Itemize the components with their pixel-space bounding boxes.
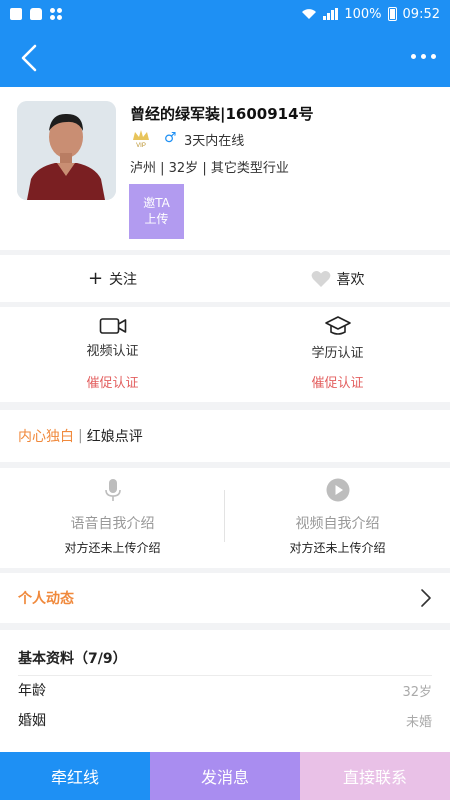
invite-line-2: 上传 bbox=[144, 212, 169, 226]
chevron-right-icon bbox=[421, 589, 431, 607]
video-verify-urge-button[interactable]: 催促认证 bbox=[0, 372, 225, 391]
wifi-icon bbox=[302, 9, 317, 19]
voice-intro-subtitle: 对方还未上传介绍 bbox=[64, 541, 161, 555]
like-label: 喜欢 bbox=[336, 271, 365, 288]
follow-button[interactable]: + 关注 bbox=[0, 255, 225, 302]
video-camera-icon bbox=[99, 318, 126, 334]
personal-dynamics-label: 个人动态 bbox=[18, 591, 74, 607]
gender-male-icon: ♂ bbox=[164, 130, 177, 146]
tab-separator: | bbox=[78, 428, 83, 444]
status-bar: 100% 09:52 bbox=[0, 0, 450, 28]
signal-icon bbox=[323, 8, 339, 20]
education-verify-urge-button[interactable]: 催促认证 bbox=[225, 372, 450, 391]
more-dots-icon[interactable] bbox=[408, 46, 438, 66]
info-value: 未婚 bbox=[405, 714, 432, 730]
online-status: 3天内在线 bbox=[184, 134, 245, 149]
graduation-cap-icon bbox=[324, 316, 351, 335]
divider bbox=[18, 675, 432, 676]
shopping-bag-icon bbox=[30, 8, 42, 20]
education-verify-label: 学历认证 bbox=[311, 346, 364, 361]
bottom-action-bar: 牵红线 发消息 直接联系 bbox=[0, 752, 450, 800]
basic-info-title: 基本资料（7/9） bbox=[18, 651, 127, 667]
info-row-age: 年龄 32岁 bbox=[18, 679, 432, 701]
invite-line-1: 邀TA bbox=[143, 196, 170, 210]
nickname: 曾经的绿军装|1600914号 bbox=[130, 105, 314, 123]
battery-icon bbox=[387, 7, 397, 21]
nav-bar bbox=[0, 28, 450, 87]
video-intro-title: 视频自我介绍 bbox=[295, 516, 380, 532]
vip-badge-text: VIP bbox=[136, 143, 146, 149]
like-button[interactable]: 喜欢 bbox=[225, 255, 450, 302]
video-intro[interactable]: 视频自我介绍 对方还未上传介绍 bbox=[225, 468, 450, 568]
info-key: 年龄 bbox=[18, 683, 46, 699]
voice-intro[interactable]: 语音自我介绍 对方还未上传介绍 bbox=[0, 468, 225, 568]
video-verify: 视频认证 催促认证 bbox=[0, 307, 225, 402]
clock: 09:52 bbox=[402, 6, 440, 22]
direct-contact-button[interactable]: 直接联系 bbox=[300, 752, 450, 800]
info-row-marriage: 婚姻 未婚 bbox=[18, 709, 432, 731]
verification-section: 视频认证 催促认证 学历认证 催促认证 bbox=[0, 307, 450, 402]
battery-percent: 100% bbox=[344, 6, 382, 22]
tab-matchmaker-review[interactable]: 红娘点评 bbox=[87, 426, 143, 446]
matchmaker-button[interactable]: 牵红线 bbox=[0, 752, 150, 800]
vip-crown-icon: VIP bbox=[133, 130, 149, 149]
plus-icon: + bbox=[87, 268, 104, 289]
heart-icon bbox=[311, 270, 330, 287]
back-arrow-icon[interactable] bbox=[14, 42, 46, 74]
apps-dots-icon bbox=[50, 8, 62, 20]
voice-intro-title: 语音自我介绍 bbox=[70, 516, 155, 532]
monologue-tabs: 内心独白 | 红娘点评 bbox=[0, 410, 450, 462]
profile-card: 曾经的绿军装|1600914号 VIP ♂ 3天内在线 泸州 | 32岁 | 其… bbox=[0, 87, 450, 250]
invite-upload-button[interactable]: 邀TA 上传 bbox=[129, 184, 184, 239]
send-message-button[interactable]: 发消息 bbox=[150, 752, 300, 800]
self-intro-section: 语音自我介绍 对方还未上传介绍 视频自我介绍 对方还未上传介绍 bbox=[0, 468, 450, 568]
action-row: + 关注 喜欢 bbox=[0, 255, 450, 302]
video-intro-subtitle: 对方还未上传介绍 bbox=[289, 541, 386, 555]
video-verify-label: 视频认证 bbox=[86, 344, 139, 359]
follow-label: 关注 bbox=[109, 271, 138, 288]
info-key: 婚姻 bbox=[18, 713, 46, 729]
education-verify: 学历认证 催促认证 bbox=[225, 307, 450, 402]
gallery-icon bbox=[10, 8, 22, 20]
avatar[interactable] bbox=[17, 101, 116, 200]
tab-monologue[interactable]: 内心独白 bbox=[18, 426, 74, 446]
profile-meta: 泸州 | 32岁 | 其它类型行业 bbox=[130, 161, 289, 176]
play-icon bbox=[326, 478, 349, 502]
info-value: 32岁 bbox=[402, 684, 432, 700]
basic-info-section: 基本资料（7/9） 年龄 32岁 婚姻 未婚 bbox=[0, 630, 450, 752]
personal-dynamics-row[interactable]: 个人动态 bbox=[0, 573, 450, 623]
microphone-icon bbox=[104, 479, 121, 501]
